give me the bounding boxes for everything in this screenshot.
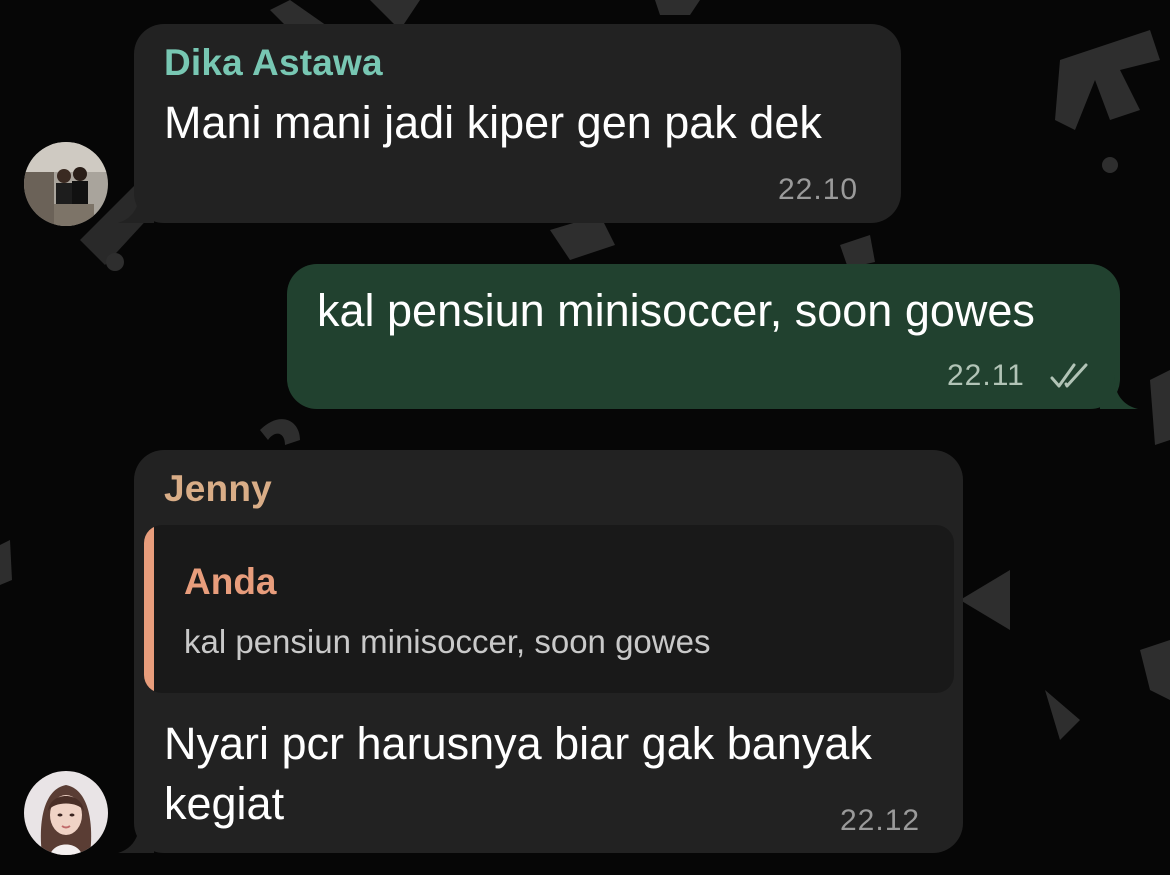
avatar-photo-icon — [24, 771, 108, 855]
reply-accent-bar — [144, 525, 154, 693]
avatar-photo-icon — [24, 142, 108, 226]
message-text-line-1: Nyari pcr harusnya biar gak banyak — [164, 718, 872, 769]
avatar-jenny[interactable] — [24, 771, 108, 855]
message-text: kal pensiun minisoccer, soon gowes — [317, 285, 1035, 336]
sender-name[interactable]: Jenny — [164, 468, 272, 510]
message-text-line-2: kegiat — [164, 778, 285, 829]
avatar-dika[interactable] — [24, 142, 108, 226]
reply-text: kal pensiun minisoccer, soon gowes — [184, 623, 711, 660]
double-check-icon — [1050, 363, 1088, 388]
chat-screen: Dika Astawa Mani mani jadi kiper gen pak… — [0, 0, 1170, 875]
reply-sender-name: Anda — [184, 561, 277, 602]
bubble-tail — [118, 189, 154, 223]
bubble-tail — [1100, 375, 1138, 409]
sender-name[interactable]: Dika Astawa — [164, 42, 383, 84]
bubble-tail — [118, 819, 154, 853]
message-time: 22.10 — [778, 173, 859, 206]
reply-preview[interactable]: Anda kal pensiun minisoccer, soon gowes — [144, 525, 954, 693]
message-time: 22.12 — [840, 804, 921, 837]
message-text: Mani mani jadi kiper gen pak dek — [164, 97, 822, 148]
message-time: 22.11 — [947, 359, 1025, 392]
